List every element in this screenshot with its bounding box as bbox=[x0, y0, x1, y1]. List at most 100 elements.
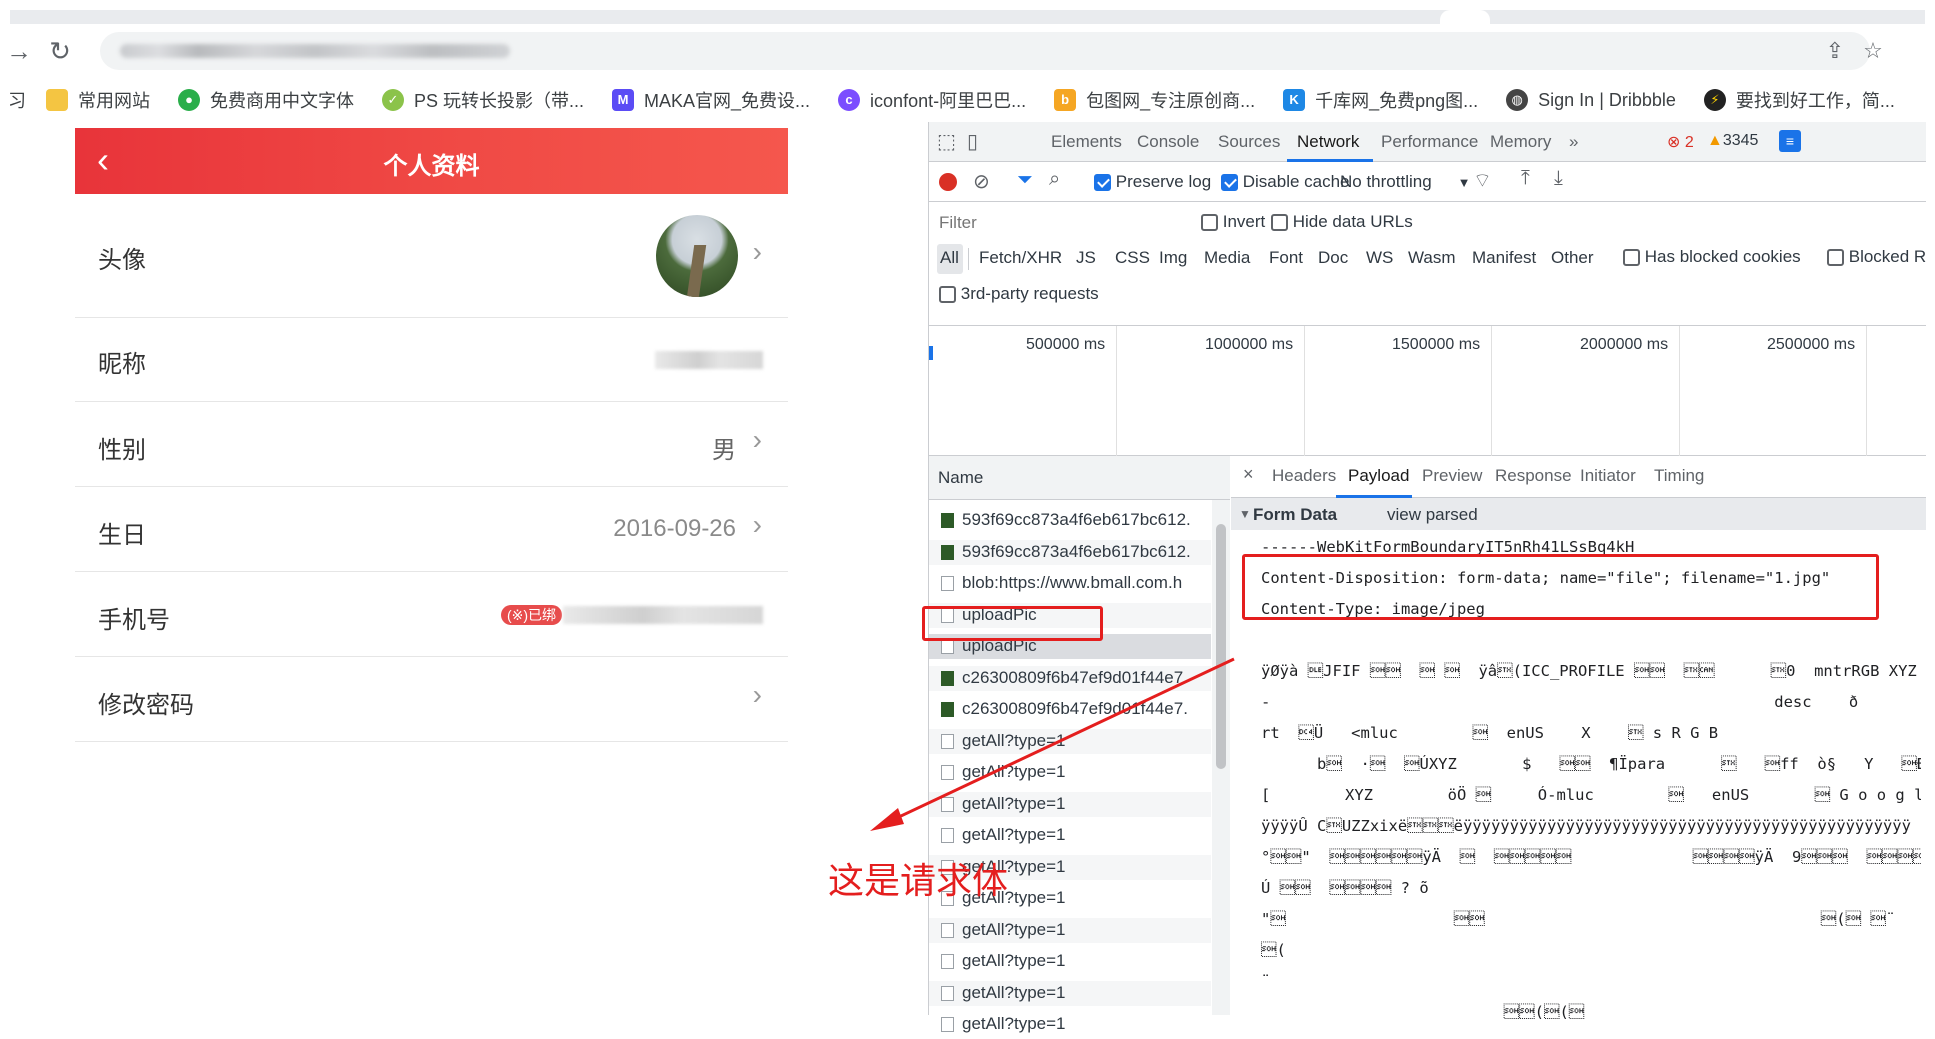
warning-counter[interactable]: ▲3345 bbox=[1707, 132, 1758, 150]
type-filter-manifest[interactable]: Manifest bbox=[1472, 248, 1536, 268]
request-row[interactable]: getAll?type=1 bbox=[929, 760, 1211, 785]
collapse-triangle-icon: ▼ bbox=[1239, 507, 1251, 521]
avatar-row[interactable]: 头像 › bbox=[75, 194, 788, 318]
inspect-element-icon[interactable]: ⬚ bbox=[937, 130, 956, 154]
share-icon[interactable]: ⇪ bbox=[1822, 38, 1848, 64]
request-row[interactable]: c26300809f6b47ef9d01f44e7. bbox=[929, 665, 1211, 691]
request-row[interactable]: blob:https://www.bmall.com.h bbox=[929, 571, 1211, 596]
network-toolbar: ⊘ ⏷ ⌕ Preserve log Disable cache No thro… bbox=[929, 162, 1926, 202]
tab-elements[interactable]: Elements bbox=[1051, 132, 1122, 152]
bookmark-item[interactable]: ✓ PS 玩转长投影（带... bbox=[382, 87, 584, 113]
request-name: c26300809f6b47ef9d01f44e7. bbox=[962, 667, 1188, 687]
tab-performance[interactable]: Performance bbox=[1381, 132, 1478, 152]
gender-row[interactable]: 性别 男 › bbox=[75, 402, 788, 487]
type-filter-wasm[interactable]: Wasm bbox=[1408, 248, 1456, 268]
payload-line: ( bbox=[1261, 941, 1286, 959]
bookmark-item[interactable]: ● 免费商用中文字体 bbox=[178, 87, 354, 113]
payload-line: °" ÿÄ   ÿÄ 9 … bbox=[1261, 848, 1921, 866]
bookmark-fragment[interactable]: 习 bbox=[10, 87, 26, 113]
bookmark-item[interactable]: c iconfont-阿里巴巴... bbox=[838, 87, 1026, 113]
tab-memory[interactable]: Memory bbox=[1490, 132, 1551, 152]
request-row[interactable]: c26300809f6b47ef9d01f44e7. bbox=[929, 697, 1211, 722]
birthday-row[interactable]: 生日 2016-09-26 › bbox=[75, 487, 788, 572]
type-filter-doc[interactable]: Doc bbox=[1318, 248, 1348, 268]
bookmark-item[interactable]: b 包图网_专注原创商... bbox=[1054, 87, 1255, 113]
tab-preview[interactable]: Preview bbox=[1422, 466, 1482, 486]
tab-console[interactable]: Console bbox=[1137, 132, 1199, 152]
reload-icon[interactable]: ↻ bbox=[45, 36, 75, 66]
type-filter-css[interactable]: CSS bbox=[1115, 248, 1150, 268]
scrollbar-thumb[interactable] bbox=[1216, 524, 1226, 769]
invert-checkbox[interactable]: Invert bbox=[1201, 212, 1265, 232]
type-filter-other[interactable]: Other bbox=[1551, 248, 1594, 268]
clear-icon[interactable]: ⊘ bbox=[973, 169, 990, 194]
import-har-icon[interactable]: ⤒ bbox=[1521, 167, 1530, 190]
third-party-checkbox[interactable]: 3rd-party requests bbox=[939, 284, 1099, 304]
tab-sources[interactable]: Sources bbox=[1218, 132, 1280, 152]
timeline-tick: 1500000 ms bbox=[1392, 336, 1481, 353]
device-toolbar-icon[interactable]: ▯ bbox=[967, 130, 978, 154]
tab-timing[interactable]: Timing bbox=[1654, 466, 1704, 486]
type-filter-font[interactable]: Font bbox=[1269, 248, 1303, 268]
request-row[interactable]: getAll?type=1 bbox=[929, 1012, 1211, 1037]
bookmark-star-icon[interactable]: ☆ bbox=[1860, 38, 1886, 64]
network-conditions-icon[interactable]: ⌔ bbox=[1473, 168, 1492, 193]
tab-payload[interactable]: Payload bbox=[1348, 466, 1409, 486]
highlight-payload-headers bbox=[1242, 554, 1879, 620]
request-detail: × Headers Payload Preview Response Initi… bbox=[1231, 456, 1926, 1021]
tab-response[interactable]: Response bbox=[1495, 466, 1572, 486]
request-row[interactable]: 593f69cc873a4f6eb617bc612. bbox=[929, 508, 1211, 533]
timeline-overview[interactable]: 500000 ms 1000000 ms 1500000 ms 2000000 … bbox=[929, 326, 1926, 456]
record-icon[interactable] bbox=[939, 173, 957, 191]
request-row[interactable]: getAll?type=1 bbox=[929, 791, 1211, 817]
type-filter-img[interactable]: Img bbox=[1159, 248, 1187, 268]
view-parsed-link[interactable]: view parsed bbox=[1387, 505, 1478, 525]
name-column-header[interactable]: Name bbox=[929, 456, 1230, 500]
export-har-icon[interactable]: ⤓ bbox=[1554, 167, 1563, 190]
throttling-select[interactable]: No throttling ▼ bbox=[1340, 172, 1471, 192]
type-filter-fetch-xhr[interactable]: Fetch/XHR bbox=[979, 248, 1062, 268]
nickname-row[interactable]: 昵称 bbox=[75, 318, 788, 402]
type-filter-all[interactable]: All bbox=[940, 248, 959, 268]
tab-network[interactable]: Network bbox=[1297, 132, 1359, 152]
form-data-section-header[interactable]: ▼ Form Data view parsed bbox=[1231, 498, 1926, 530]
phone-row[interactable]: 手机号 (※)已绑 bbox=[75, 572, 788, 657]
issues-icon[interactable]: ≡ bbox=[1779, 130, 1801, 152]
request-row[interactable]: getAll?type=1 bbox=[929, 917, 1211, 943]
bookmark-item[interactable]: ⚡ 要找到好工作，简... bbox=[1703, 87, 1895, 113]
tab-initiator[interactable]: Initiator bbox=[1580, 466, 1636, 486]
search-icon[interactable]: ⌕ bbox=[1049, 168, 1060, 191]
request-row[interactable]: getAll?type=1 bbox=[929, 949, 1211, 974]
bookmark-item[interactable]: M MAKA官网_免费设... bbox=[612, 87, 810, 113]
type-filter-js[interactable]: JS bbox=[1076, 248, 1096, 268]
bookmark-item[interactable]: K 千库网_免费png图... bbox=[1283, 87, 1478, 113]
blocked-requests-checkbox[interactable]: Blocked R bbox=[1827, 247, 1926, 267]
filter-input[interactable] bbox=[929, 210, 1179, 236]
request-list-scrollbar[interactable] bbox=[1212, 500, 1230, 1015]
has-blocked-cookies-checkbox[interactable]: Has blocked cookies bbox=[1623, 247, 1801, 267]
hide-data-urls-checkbox[interactable]: Hide data URLs bbox=[1271, 212, 1413, 232]
filter-funnel-icon[interactable]: ⏷ bbox=[1017, 169, 1033, 192]
close-detail-icon[interactable]: × bbox=[1243, 464, 1254, 485]
bookmark-item[interactable]: 常用网站 bbox=[46, 87, 150, 113]
type-filter-ws[interactable]: WS bbox=[1366, 248, 1393, 268]
tab-headers[interactable]: Headers bbox=[1272, 466, 1336, 486]
forward-icon[interactable]: → bbox=[4, 36, 34, 66]
request-row[interactable]: getAll?type=1 bbox=[929, 728, 1211, 754]
preserve-log-checkbox[interactable]: Preserve log bbox=[1094, 172, 1211, 192]
disable-cache-checkbox[interactable]: Disable cache bbox=[1221, 172, 1350, 192]
bookmark-item[interactable]: ◍ Sign In | Dribbble bbox=[1506, 89, 1676, 111]
request-row[interactable]: 593f69cc873a4f6eb617bc612. bbox=[929, 539, 1211, 565]
change-password-row[interactable]: 修改密码 › bbox=[75, 657, 788, 742]
request-row[interactable]: getAll?type=1 bbox=[929, 980, 1211, 1006]
blurred-url bbox=[120, 44, 510, 58]
dribbble-icon: ◍ bbox=[1506, 89, 1529, 111]
avatar[interactable] bbox=[656, 215, 738, 297]
address-bar[interactable]: ⇪ ☆ bbox=[100, 32, 1883, 70]
more-tabs-icon[interactable]: » bbox=[1569, 132, 1578, 152]
request-name: 593f69cc873a4f6eb617bc612. bbox=[962, 510, 1191, 529]
active-tab-edge[interactable] bbox=[1440, 10, 1490, 24]
request-row[interactable]: getAll?type=1 bbox=[929, 823, 1211, 848]
type-filter-media[interactable]: Media bbox=[1204, 248, 1250, 268]
error-counter[interactable]: ⊗ 2 bbox=[1667, 132, 1694, 152]
